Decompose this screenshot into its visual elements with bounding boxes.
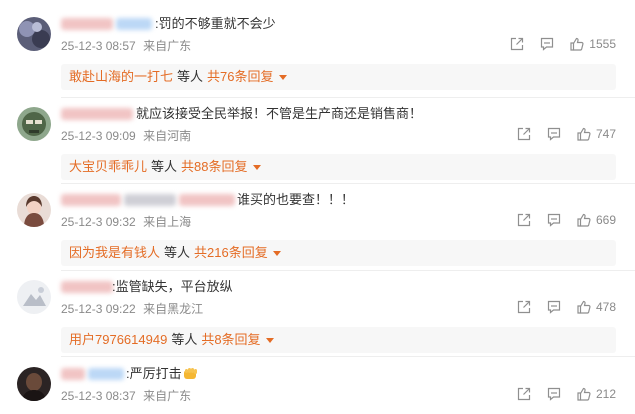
share-icon[interactable] (517, 300, 531, 314)
reply-preview: 用户7976614949 等人 共8条回复 (61, 327, 616, 353)
divider (61, 183, 635, 184)
comment-location: 来自广东 (143, 39, 192, 53)
comment-time: 25-12-3 09:09 (61, 129, 136, 143)
thumbs-up-icon[interactable] (577, 300, 591, 314)
comment-icon[interactable] (547, 127, 561, 141)
comment-actions: 478 (517, 300, 616, 314)
reply-total-link[interactable]: 共216条回复 (194, 245, 268, 260)
username-blurred[interactable] (179, 194, 235, 206)
comment-text-content: :严厉打击 (126, 366, 182, 381)
username-blurred[interactable] (88, 368, 124, 380)
avatar[interactable] (17, 193, 51, 227)
reply-mid-text: 等人 (164, 245, 191, 260)
reply-total-link[interactable]: 共8条回复 (201, 332, 260, 347)
comment-icon[interactable] (547, 387, 561, 401)
comment-location: 来自广东 (143, 389, 192, 403)
comment-icon[interactable] (547, 300, 561, 314)
reply-preview: 大宝贝乖乖儿 等人 共88条回复 (61, 154, 616, 180)
like-count: 478 (595, 300, 616, 314)
username-blurred[interactable] (61, 281, 113, 293)
comment-text: :监管缺失，平台放纵 (112, 279, 233, 294)
comment-meta: 25-12-3 09:22 来自黑龙江 (61, 301, 203, 317)
reply-mid-text: 等人 (171, 332, 198, 347)
divider (61, 270, 635, 271)
share-icon[interactable] (517, 387, 531, 401)
comment-meta: 25-12-3 08:37 来自广东 (61, 388, 191, 404)
reply-username[interactable]: 大宝贝乖乖儿 (69, 159, 147, 174)
like-count: 1555 (589, 37, 616, 51)
avatar[interactable] (17, 367, 51, 401)
comment-icon[interactable] (540, 37, 554, 51)
fist-emoji-icon (183, 366, 198, 386)
like-count: 669 (595, 213, 616, 227)
comment-time: 25-12-3 08:37 (61, 389, 136, 403)
username-blurred[interactable] (61, 368, 85, 380)
comment-actions: 747 (517, 127, 616, 141)
username-blurred[interactable] (116, 18, 152, 30)
thumbs-up-icon[interactable] (570, 37, 584, 51)
comment-actions: 1555 (510, 37, 616, 51)
comment-meta: 25-12-3 08:57 来自广东 (61, 38, 191, 54)
comment-text: :罚的不够重就不会少 (155, 16, 276, 31)
comment-meta: 25-12-3 09:32 来自上海 (61, 214, 191, 230)
reply-total-link[interactable]: 共88条回复 (181, 159, 247, 174)
thumbs-up-icon[interactable] (577, 213, 591, 227)
reply-username[interactable]: 因为我是有钱人 (69, 245, 160, 260)
comment-time: 25-12-3 09:22 (61, 302, 136, 316)
like-count: 747 (595, 127, 616, 141)
username-blurred[interactable] (124, 194, 176, 206)
caret-down-icon[interactable] (252, 165, 261, 170)
reply-mid-text: 等人 (151, 159, 178, 174)
avatar[interactable] (17, 280, 51, 314)
reply-preview: 敢赴山海的一打七 等人 共76条回复 (61, 64, 616, 90)
comment-location: 来自黑龙江 (143, 302, 204, 316)
username-blurred[interactable] (61, 194, 121, 206)
comment-text: :严厉打击 (126, 364, 198, 386)
divider (61, 97, 635, 98)
comment-time: 25-12-3 08:57 (61, 39, 136, 53)
reply-mid-text: 等人 (177, 69, 204, 84)
comment-icon[interactable] (547, 213, 561, 227)
reply-preview: 因为我是有钱人 等人 共216条回复 (61, 240, 616, 266)
comment-text: 就应该接受全民举报！不管是生产商还是销售商！ (136, 106, 423, 121)
username-blurred[interactable] (61, 108, 133, 120)
like-count: 212 (595, 387, 616, 401)
comment-time: 25-12-3 09:32 (61, 215, 136, 229)
comment-location: 来自上海 (143, 215, 192, 229)
share-icon[interactable] (517, 127, 531, 141)
caret-down-icon[interactable] (272, 251, 281, 256)
comment-text: 谁买的也要查！！！ (237, 192, 355, 207)
avatar[interactable] (17, 107, 51, 141)
reply-username[interactable]: 用户7976614949 (69, 332, 167, 347)
reply-username[interactable]: 敢赴山海的一打七 (69, 69, 173, 84)
thumbs-up-icon[interactable] (577, 127, 591, 141)
avatar[interactable] (17, 17, 51, 51)
comment-actions: 212 (517, 387, 616, 401)
caret-down-icon[interactable] (278, 75, 287, 80)
username-blurred[interactable] (61, 18, 113, 30)
comment-meta: 25-12-3 09:09 来自河南 (61, 128, 191, 144)
share-icon[interactable] (510, 37, 524, 51)
reply-total-link[interactable]: 共76条回复 (207, 69, 273, 84)
share-icon[interactable] (517, 213, 531, 227)
caret-down-icon[interactable] (265, 338, 274, 343)
comment-actions: 669 (517, 213, 616, 227)
divider (61, 356, 635, 357)
thumbs-up-icon[interactable] (577, 387, 591, 401)
comment-location: 来自河南 (143, 129, 192, 143)
